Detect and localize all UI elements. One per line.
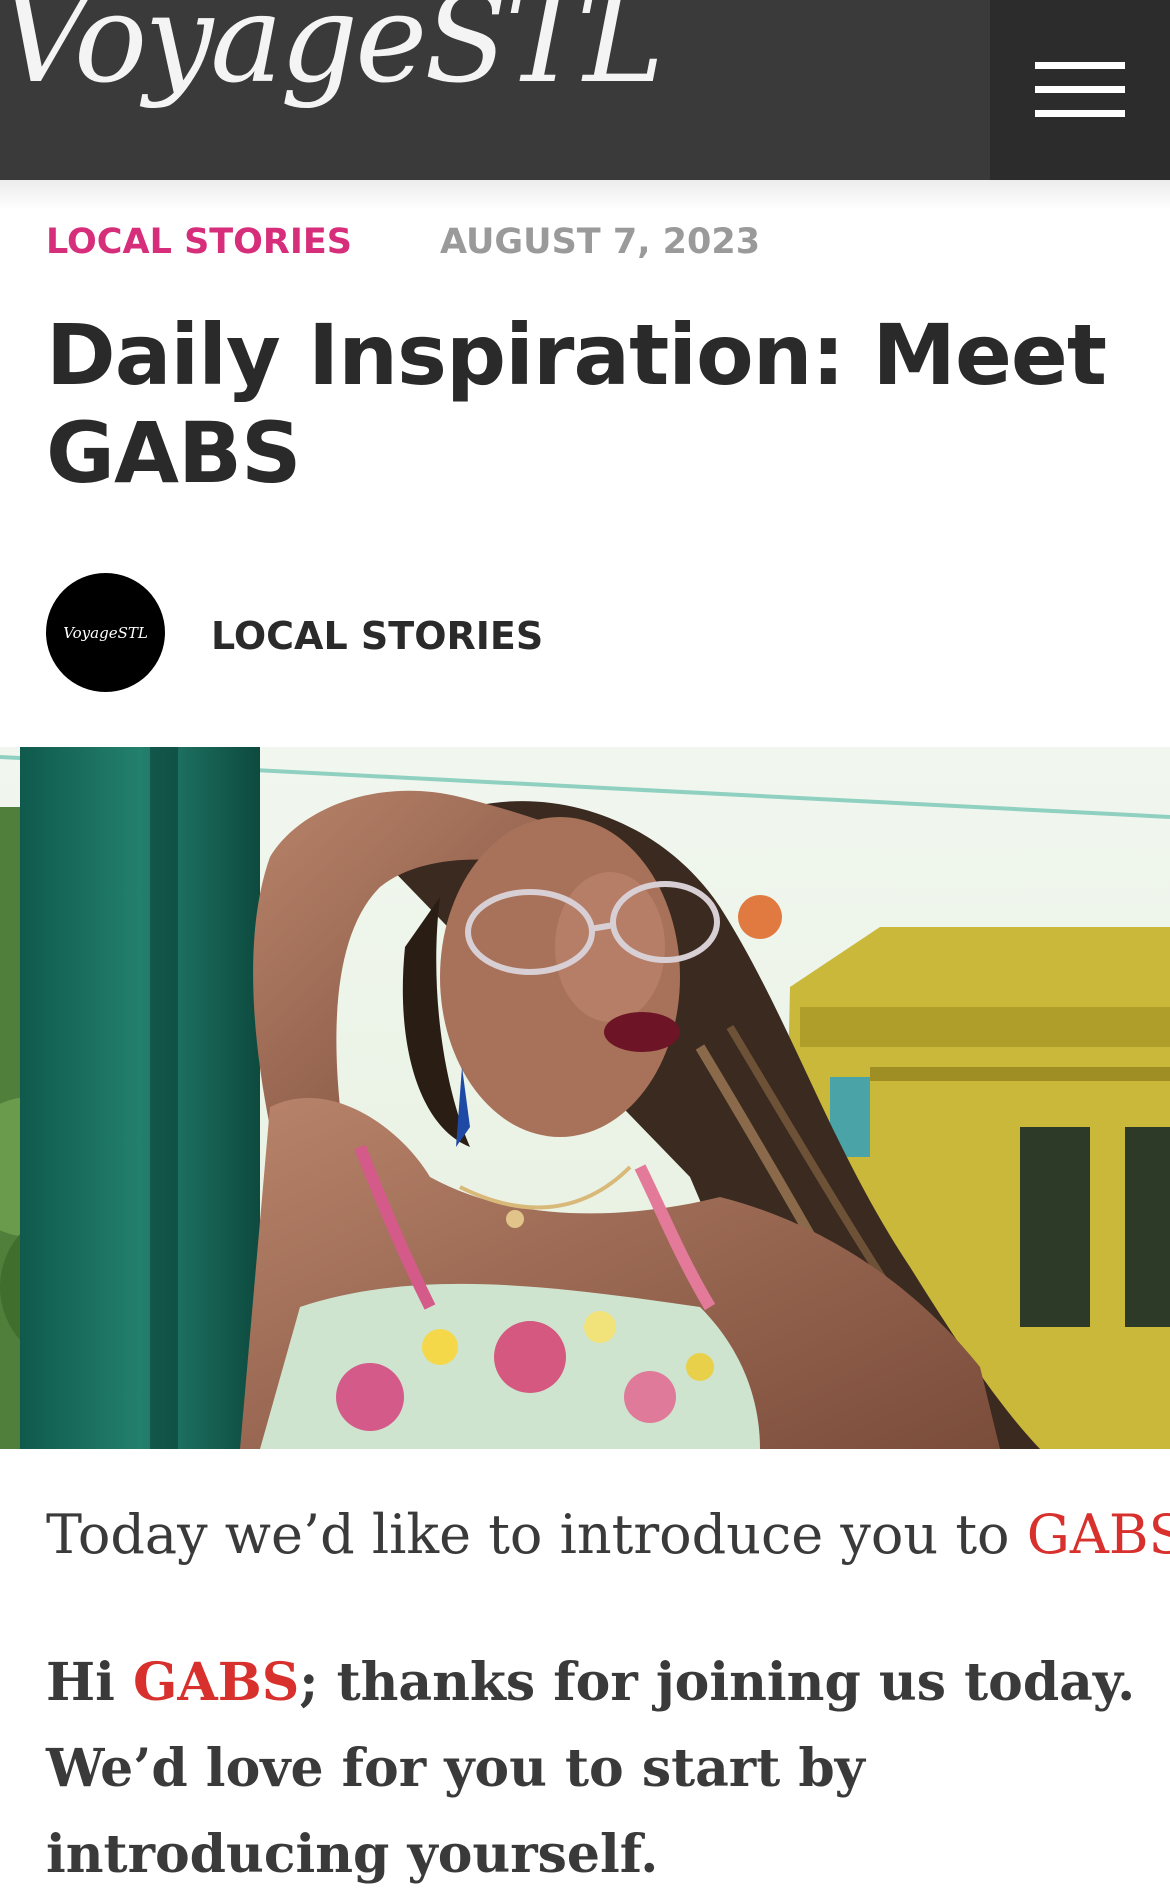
menu-bar xyxy=(1035,86,1125,93)
portrait-photo-image xyxy=(0,747,1170,1449)
category-link[interactable]: LOCAL STORIES xyxy=(46,222,352,262)
menu-button[interactable] xyxy=(990,0,1170,180)
avatar-logo-text: VoyageSTL xyxy=(63,623,148,642)
site-header: VoyageSTL xyxy=(0,0,1170,180)
question-prefix: Hi xyxy=(46,1652,133,1713)
hero-photo xyxy=(0,747,1170,1449)
header-shadow xyxy=(0,180,1170,210)
intro-paragraph: Today we’d like to introduce you to GABS… xyxy=(46,1500,1170,1570)
author-avatar[interactable]: VoyageSTL xyxy=(46,573,165,692)
article-meta: LOCAL STORIES AUGUST 7, 2023 xyxy=(46,218,760,266)
gabs-link[interactable]: GABS xyxy=(133,1652,299,1713)
menu-bar xyxy=(1035,110,1125,117)
publish-date: AUGUST 7, 2023 xyxy=(440,222,761,262)
intro-text: Today we’d like to introduce you to xyxy=(46,1503,1027,1566)
site-logo[interactable]: VoyageSTL xyxy=(0,0,664,100)
interview-question: Hi GABS; thanks for joining us today. We… xyxy=(46,1640,1156,1898)
author-name[interactable]: LOCAL STORIES xyxy=(211,612,543,660)
article-title: Daily Inspiration: Meet GABS xyxy=(46,306,1107,502)
gabs-link[interactable]: GABS xyxy=(1027,1503,1170,1566)
menu-bar xyxy=(1035,62,1125,69)
